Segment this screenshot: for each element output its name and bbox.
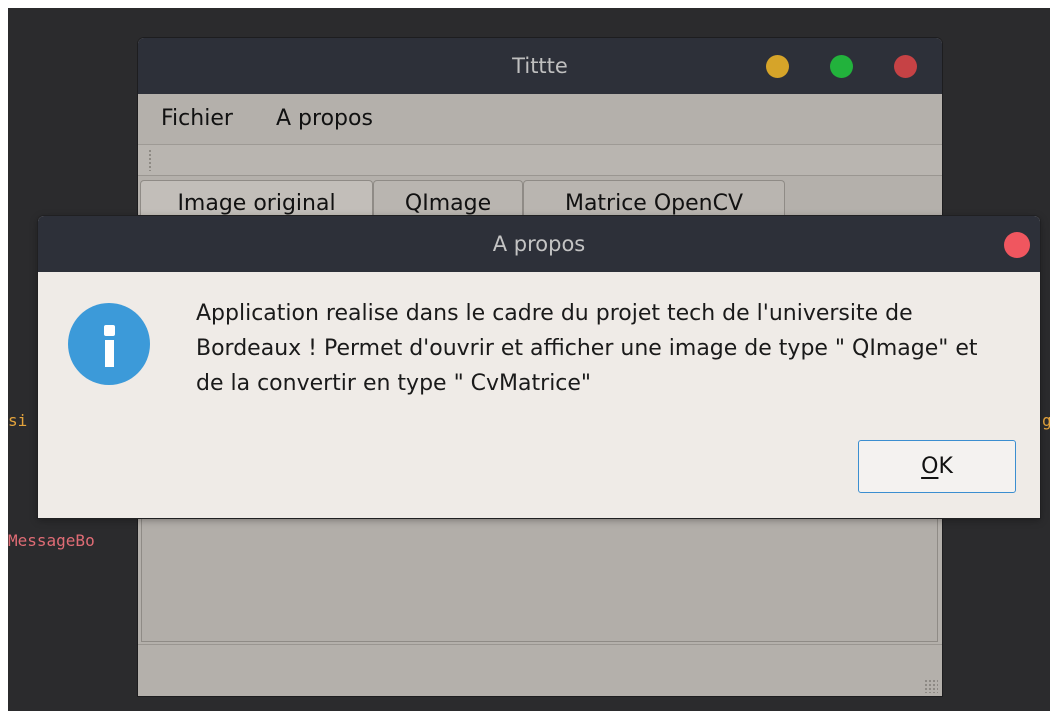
- code-fragment: si: [8, 411, 28, 430]
- dialog-close-button[interactable]: [1004, 232, 1030, 258]
- dialog-titlebar[interactable]: A propos: [38, 216, 1040, 272]
- ok-label-rest: K: [938, 454, 953, 479]
- about-dialog: A propos Application realise dans le cad…: [38, 216, 1040, 518]
- info-icon: [68, 303, 150, 385]
- dialog-title: A propos: [492, 232, 586, 256]
- toolbar: [138, 145, 942, 176]
- toolbar-grip-icon[interactable]: [148, 149, 152, 171]
- menu-fichier[interactable]: Fichier: [161, 106, 233, 131]
- desktop-background: si MessageBo g Tittte Fichier A propos I…: [8, 8, 1050, 711]
- menu-a-propos[interactable]: A propos: [276, 106, 373, 131]
- code-fragment: g: [1042, 411, 1050, 430]
- window-title: Tittte: [512, 54, 568, 78]
- status-bar: [138, 644, 942, 696]
- maximize-button[interactable]: [830, 55, 853, 78]
- ok-button[interactable]: OK: [858, 440, 1016, 493]
- tab-label: Matrice OpenCV: [564, 191, 744, 216]
- tab-label: QImage: [404, 191, 492, 216]
- code-fragment: MessageBo: [8, 531, 95, 550]
- close-button[interactable]: [894, 55, 917, 78]
- main-titlebar[interactable]: Tittte: [138, 38, 942, 94]
- resize-grip-icon[interactable]: [924, 679, 938, 693]
- minimize-button[interactable]: [766, 55, 789, 78]
- dialog-message: Application realise dans le cadre du pro…: [196, 301, 978, 396]
- tab-label: Image original: [177, 191, 336, 216]
- menubar: Fichier A propos: [138, 94, 942, 145]
- ok-mnemonic: O: [921, 454, 939, 479]
